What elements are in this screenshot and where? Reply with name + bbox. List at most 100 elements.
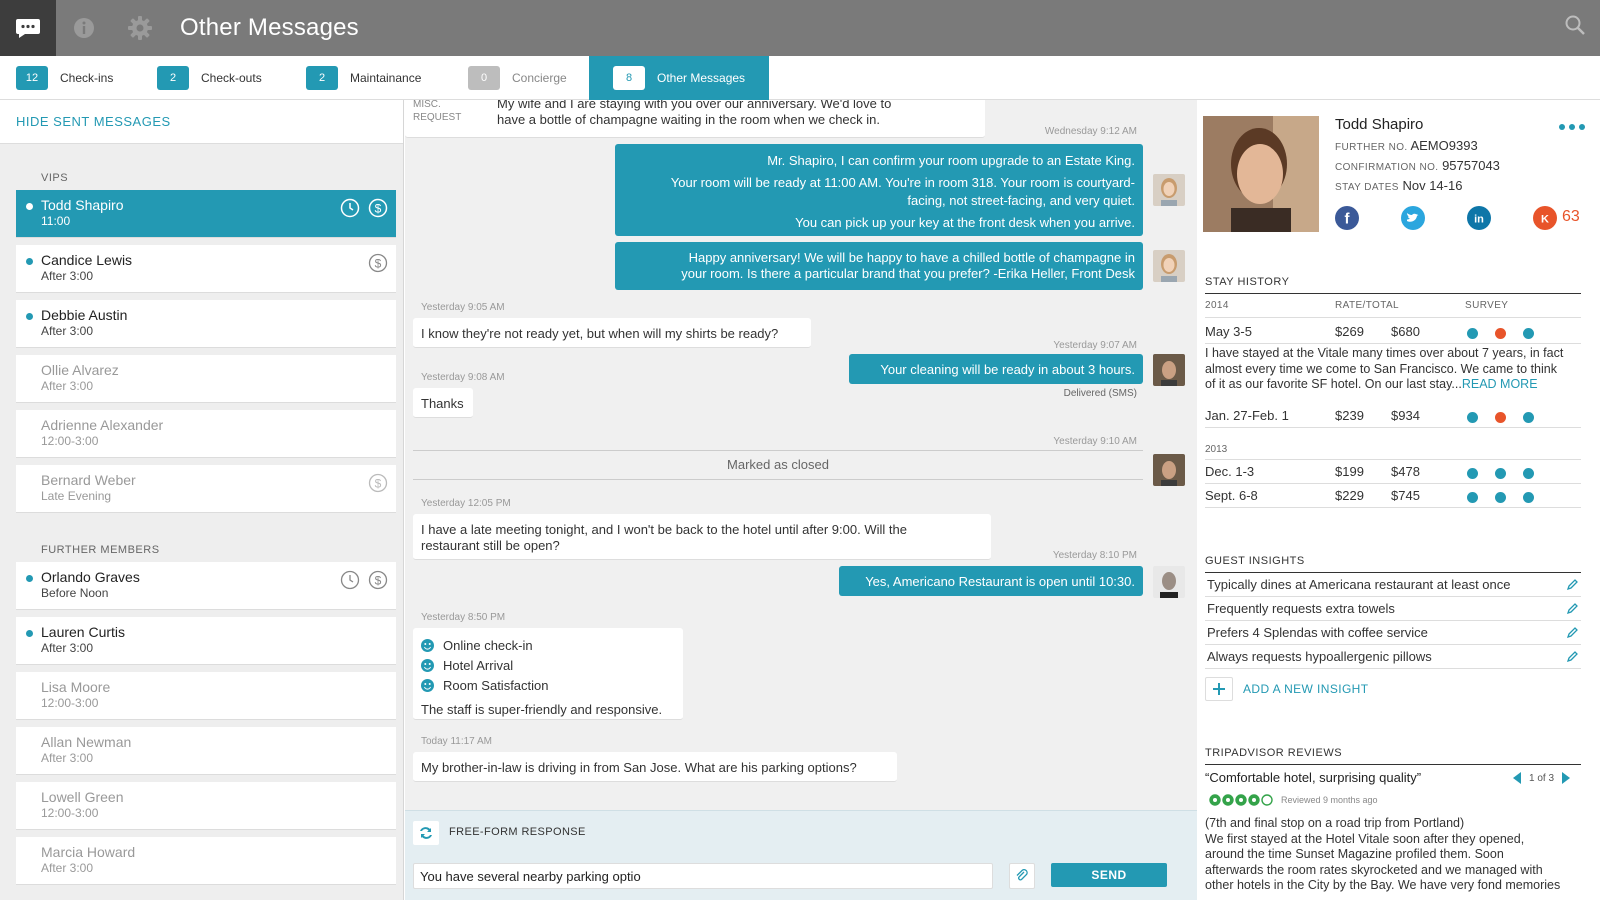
tab-concierge[interactable]: 0 Concierge — [468, 56, 589, 100]
search-button[interactable] — [1564, 14, 1586, 41]
smiley-icon — [421, 679, 434, 692]
message-category: REQUEST — [413, 112, 462, 123]
page-indicator: 1 of 3 — [1529, 772, 1555, 784]
klout-icon[interactable]: K — [1533, 206, 1557, 230]
stay-dates: Dec. 1-3 — [1205, 464, 1255, 479]
timestamp: Yesterday 9:05 AM — [421, 302, 505, 313]
read-more-link[interactable]: READ MORE — [1462, 377, 1538, 391]
tab-count: 2 — [306, 66, 338, 90]
guest-card-allan-newman[interactable]: Allan Newman After 3:00 — [16, 727, 396, 775]
stay-dates: May 3-5 — [1205, 324, 1252, 339]
facebook-icon[interactable]: f — [1335, 206, 1359, 230]
guest-time: After 3:00 — [41, 641, 94, 655]
stay-row[interactable]: May 3-5 $269 $680 — [1205, 320, 1581, 344]
review-title: “Comfortable hotel, surprising quality” — [1205, 770, 1422, 785]
rating-circle-icon — [1235, 794, 1247, 806]
pencil-icon[interactable] — [1566, 650, 1579, 663]
stay-row[interactable]: Dec. 1-3 $199 $478 — [1205, 460, 1581, 484]
guest-card-debbie-austin[interactable]: Debbie Austin After 3:00 — [16, 300, 396, 348]
guest-card-marcia-howard[interactable]: Marcia Howard After 3:00 — [16, 837, 396, 885]
linkedin-icon[interactable]: in — [1467, 206, 1491, 230]
timestamp: Today 11:17 AM — [421, 736, 492, 747]
guest-time: After 3:00 — [41, 751, 94, 765]
survey-negative-icon — [1495, 328, 1506, 339]
svg-text:$: $ — [375, 202, 382, 216]
swap-icon — [420, 827, 432, 839]
pencil-icon[interactable] — [1566, 626, 1579, 639]
stay-history-year: 2013 — [1205, 444, 1581, 460]
guest-card-lowell-green[interactable]: Lowell Green 12:00-3:00 — [16, 782, 396, 830]
message-text: Happy anniversary! We will be happy to h… — [688, 250, 1135, 265]
pencil-icon[interactable] — [1566, 578, 1579, 591]
tab-check-ins[interactable]: 12 Check-ins — [0, 56, 157, 100]
guest-card-lisa-moore[interactable]: Lisa Moore 12:00-3:00 — [16, 672, 396, 720]
message-text: Your room will be ready at 11:00 AM. You… — [670, 175, 1135, 190]
unread-dot — [26, 203, 33, 210]
stay-rate: $269 — [1335, 324, 1364, 339]
guest-name: Marcia Howard — [41, 844, 136, 860]
guest-name: Lisa Moore — [41, 679, 111, 695]
stay-row[interactable]: Jan. 27-Feb. 1 $239 $934 — [1205, 404, 1581, 428]
response-mode-toggle[interactable] — [413, 821, 439, 845]
survey-positive-icon — [1523, 492, 1534, 503]
guest-card-candice-lewis[interactable]: Candice Lewis After 3:00 $ — [16, 245, 396, 293]
tab-check-outs[interactable]: 2 Check-outs — [157, 56, 306, 100]
pencil-icon[interactable] — [1566, 602, 1579, 615]
dollar-icon: $ — [368, 570, 388, 590]
field-label: FURTHER NO. — [1335, 142, 1408, 153]
guest-name: Lowell Green — [41, 789, 124, 805]
insight-item[interactable]: Typically dines at Americana restaurant … — [1205, 573, 1581, 597]
survey-positive-icon — [1467, 412, 1478, 423]
messages-nav-button[interactable] — [0, 0, 56, 56]
attach-button[interactable] — [1009, 863, 1035, 889]
guest-time: After 3:00 — [41, 324, 94, 338]
klout-score: 63 — [1562, 208, 1580, 225]
message-text: restaurant still be open? — [421, 538, 560, 553]
hide-sent-messages-link[interactable]: HIDE SENT MESSAGES — [0, 100, 403, 144]
guest-name: Todd Shapiro — [1335, 116, 1424, 133]
year-label: 2014 — [1205, 300, 1229, 311]
next-arrow-icon[interactable] — [1562, 772, 1571, 784]
stay-rate: $239 — [1335, 408, 1364, 423]
category-tabs: 12 Check-ins 2 Check-outs 2 Maintainance 0C… — [0, 56, 1600, 100]
twitter-icon[interactable] — [1401, 206, 1425, 230]
insight-item[interactable]: Prefers 4 Splendas with coffee service — [1205, 621, 1581, 645]
insight-item[interactable]: Frequently requests extra towels — [1205, 597, 1581, 621]
survey-item: Online check-in — [443, 638, 533, 653]
stay-total: $478 — [1391, 464, 1420, 479]
prev-arrow-icon[interactable] — [1513, 772, 1521, 784]
settings-nav-button[interactable] — [112, 0, 168, 56]
chat-bubble-icon — [16, 19, 40, 38]
more-options-button[interactable] — [1558, 118, 1586, 136]
tab-maintainance[interactable]: 2 Maintainance — [306, 56, 468, 100]
add-insight-button[interactable]: ADD A NEW INSIGHT — [1205, 677, 1368, 701]
tab-label: Check-ins — [60, 71, 114, 85]
insight-item[interactable]: Always requests hypoallergenic pillows — [1205, 645, 1581, 669]
search-icon — [1565, 15, 1585, 35]
svg-text:$: $ — [375, 574, 382, 588]
clock-icon — [340, 198, 360, 218]
reply-input[interactable] — [413, 863, 993, 889]
survey-negative-icon — [1495, 412, 1506, 423]
tab-count: 2 — [157, 66, 189, 90]
guest-card-todd-shapiro[interactable]: Todd Shapiro 11:00 $ — [16, 190, 396, 238]
timestamp: Yesterday 9:10 AM — [1053, 436, 1137, 447]
info-icon — [74, 18, 94, 38]
tab-other-messages[interactable]: 8 Other Messages — [589, 56, 770, 100]
guest-card-orlando-graves[interactable]: Orlando Graves Before Noon $ — [16, 562, 396, 610]
survey-item: Hotel Arrival — [443, 658, 514, 673]
outgoing-message: Your cleaning will be ready in about 3 h… — [849, 354, 1143, 384]
stay-rate: $229 — [1335, 488, 1364, 503]
send-button[interactable]: SEND — [1051, 863, 1167, 887]
guest-list-sidebar: HIDE SENT MESSAGES VIPS Todd Shapiro 11:0… — [0, 100, 404, 900]
guest-card-adrienne-alexander[interactable]: Adrienne Alexander 12:00-3:00 — [16, 410, 396, 458]
guest-card-lauren-curtis[interactable]: Lauren Curtis After 3:00 — [16, 617, 396, 665]
survey-positive-icon — [1467, 468, 1478, 479]
year-label: 2013 — [1205, 444, 1228, 455]
info-nav-button[interactable] — [56, 0, 112, 56]
guest-card-ollie-alvarez[interactable]: Ollie Alvarez After 3:00 — [16, 355, 396, 403]
more-dots-icon — [1559, 124, 1585, 130]
guest-name: Candice Lewis — [41, 252, 133, 268]
stay-row[interactable]: Sept. 6-8 $229 $745 — [1205, 484, 1581, 508]
guest-card-bernard-weber[interactable]: Bernard Weber Late Evening $ — [16, 465, 396, 513]
